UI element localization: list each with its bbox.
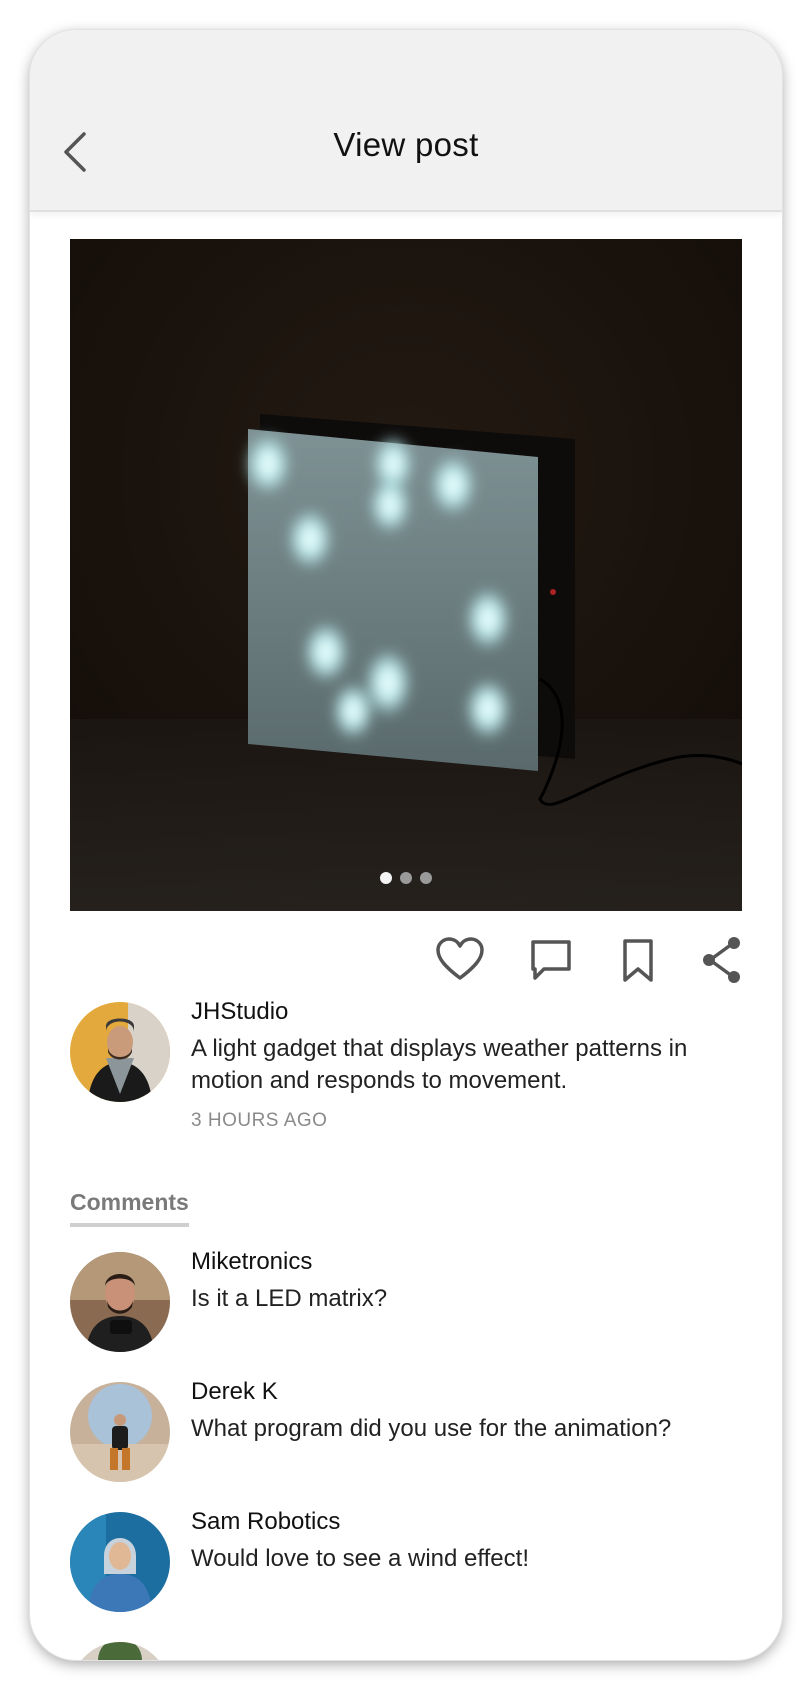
phone-frame: View post JHStudio A light gadget that d…: [30, 30, 782, 1660]
page-title: View post: [333, 126, 479, 163]
avatar-partial-image: [70, 1642, 170, 1660]
bookmark-icon: [623, 939, 653, 982]
avatar[interactable]: [70, 1252, 170, 1352]
top-bar: View post: [30, 30, 782, 212]
post-actions: [30, 934, 782, 990]
comment-text: What program did you use for the animati…: [191, 1415, 672, 1442]
led-gadget-photo: [70, 239, 742, 911]
carousel-dot[interactable]: [420, 872, 432, 884]
comment-author[interactable]: Miketronics: [191, 1248, 312, 1276]
post-caption-text: A light gadget that displays weather pat…: [191, 1035, 688, 1094]
post-image[interactable]: [70, 239, 742, 911]
comments-heading[interactable]: Comments: [70, 1189, 189, 1227]
post-author[interactable]: JHStudio: [191, 998, 288, 1026]
comment-author[interactable]: Derek K: [191, 1378, 278, 1406]
avatar-samrobotics-image: [70, 1512, 170, 1612]
comment-icon: [531, 940, 571, 980]
share-button[interactable]: [698, 934, 750, 986]
share-icon: [703, 937, 740, 983]
comment-author[interactable]: Sam Robotics: [191, 1508, 340, 1536]
comment-text: Would love to see a wind effect!: [191, 1545, 529, 1572]
avatar[interactable]: [70, 1002, 170, 1102]
avatar[interactable]: [70, 1642, 170, 1660]
avatar[interactable]: [70, 1382, 170, 1482]
carousel-dot[interactable]: [400, 872, 412, 884]
carousel-dot[interactable]: [380, 872, 392, 884]
comment-button[interactable]: [526, 934, 578, 986]
avatar-miketronics-image: [70, 1252, 170, 1352]
comment-text: Is it a LED matrix?: [191, 1285, 388, 1312]
carousel-indicator: [70, 871, 742, 889]
avatar[interactable]: [70, 1512, 170, 1612]
post-timestamp: 3 HOURS AGO: [191, 1110, 328, 1131]
avatar-jhstudio-image: [70, 1002, 170, 1102]
bookmark-button[interactable]: [613, 934, 665, 986]
like-button[interactable]: [434, 934, 486, 986]
heart-icon: [436, 937, 484, 980]
avatar-derekk-image: [70, 1382, 170, 1482]
